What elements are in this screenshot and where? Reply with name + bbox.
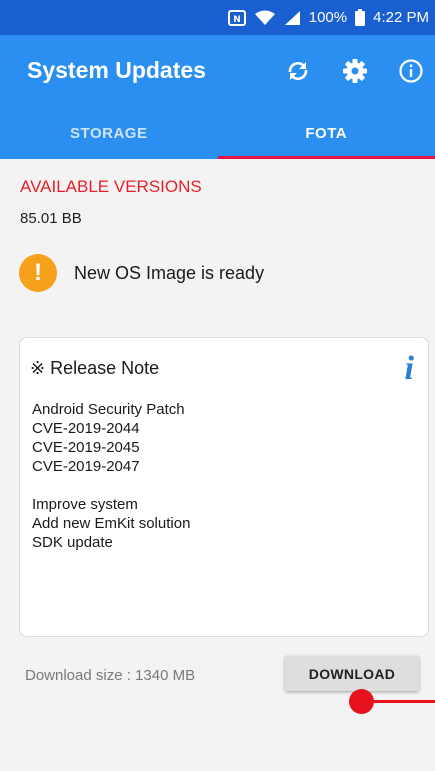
release-note-body: Android Security Patch CVE-2019-2044 CVE…	[32, 400, 190, 552]
page-title: System Updates	[27, 57, 206, 83]
note-line: Add new EmKit solution	[32, 515, 191, 532]
clock: 4:22 PM	[373, 9, 429, 26]
warning-icon: !	[19, 254, 57, 292]
svg-text:N: N	[233, 15, 241, 25]
info-icon[interactable]: i	[405, 350, 414, 388]
download-size-text: Download size : 1340 MB	[25, 667, 196, 684]
tab-bar: STORAGE FOTA	[0, 107, 435, 159]
tab-fota[interactable]: FOTA	[217, 107, 435, 159]
notice-text: New OS Image is ready	[74, 263, 265, 283]
release-note-title: ※ Release Note	[30, 358, 160, 378]
status-bar: N 100% 4:22 PM	[0, 0, 435, 35]
note-line: Android Security Patch	[32, 401, 185, 418]
note-line: CVE-2019-2047	[32, 458, 140, 475]
note-line: CVE-2019-2045	[32, 439, 140, 456]
nfc-icon: N	[227, 9, 246, 26]
info-icon[interactable]	[398, 58, 424, 84]
app-bar: System Updates	[0, 35, 435, 107]
note-line: CVE-2019-2044	[32, 420, 140, 437]
note-line: SDK update	[32, 534, 113, 551]
download-button[interactable]: DOWNLOAD	[285, 656, 419, 691]
cell-signal-icon	[284, 10, 301, 26]
refresh-icon[interactable]	[285, 58, 311, 84]
fota-content: AVAILABLE VERSIONS 85.01 BB ! New OS Ima…	[0, 159, 435, 771]
battery-percent: 100%	[308, 9, 348, 26]
wifi-icon	[254, 10, 276, 26]
battery-icon	[355, 9, 366, 26]
release-note-card: ※ Release Note i Android Security Patch …	[19, 337, 429, 637]
version-value: 85.01 BB	[20, 210, 82, 227]
tab-storage[interactable]: STORAGE	[0, 107, 218, 159]
note-line	[32, 476, 190, 495]
settings-icon[interactable]	[342, 58, 368, 84]
note-line: Improve system	[32, 496, 138, 513]
tap-indicator-dot	[349, 689, 374, 714]
available-versions-label: AVAILABLE VERSIONS	[20, 177, 202, 196]
tap-indicator-line	[372, 700, 435, 703]
